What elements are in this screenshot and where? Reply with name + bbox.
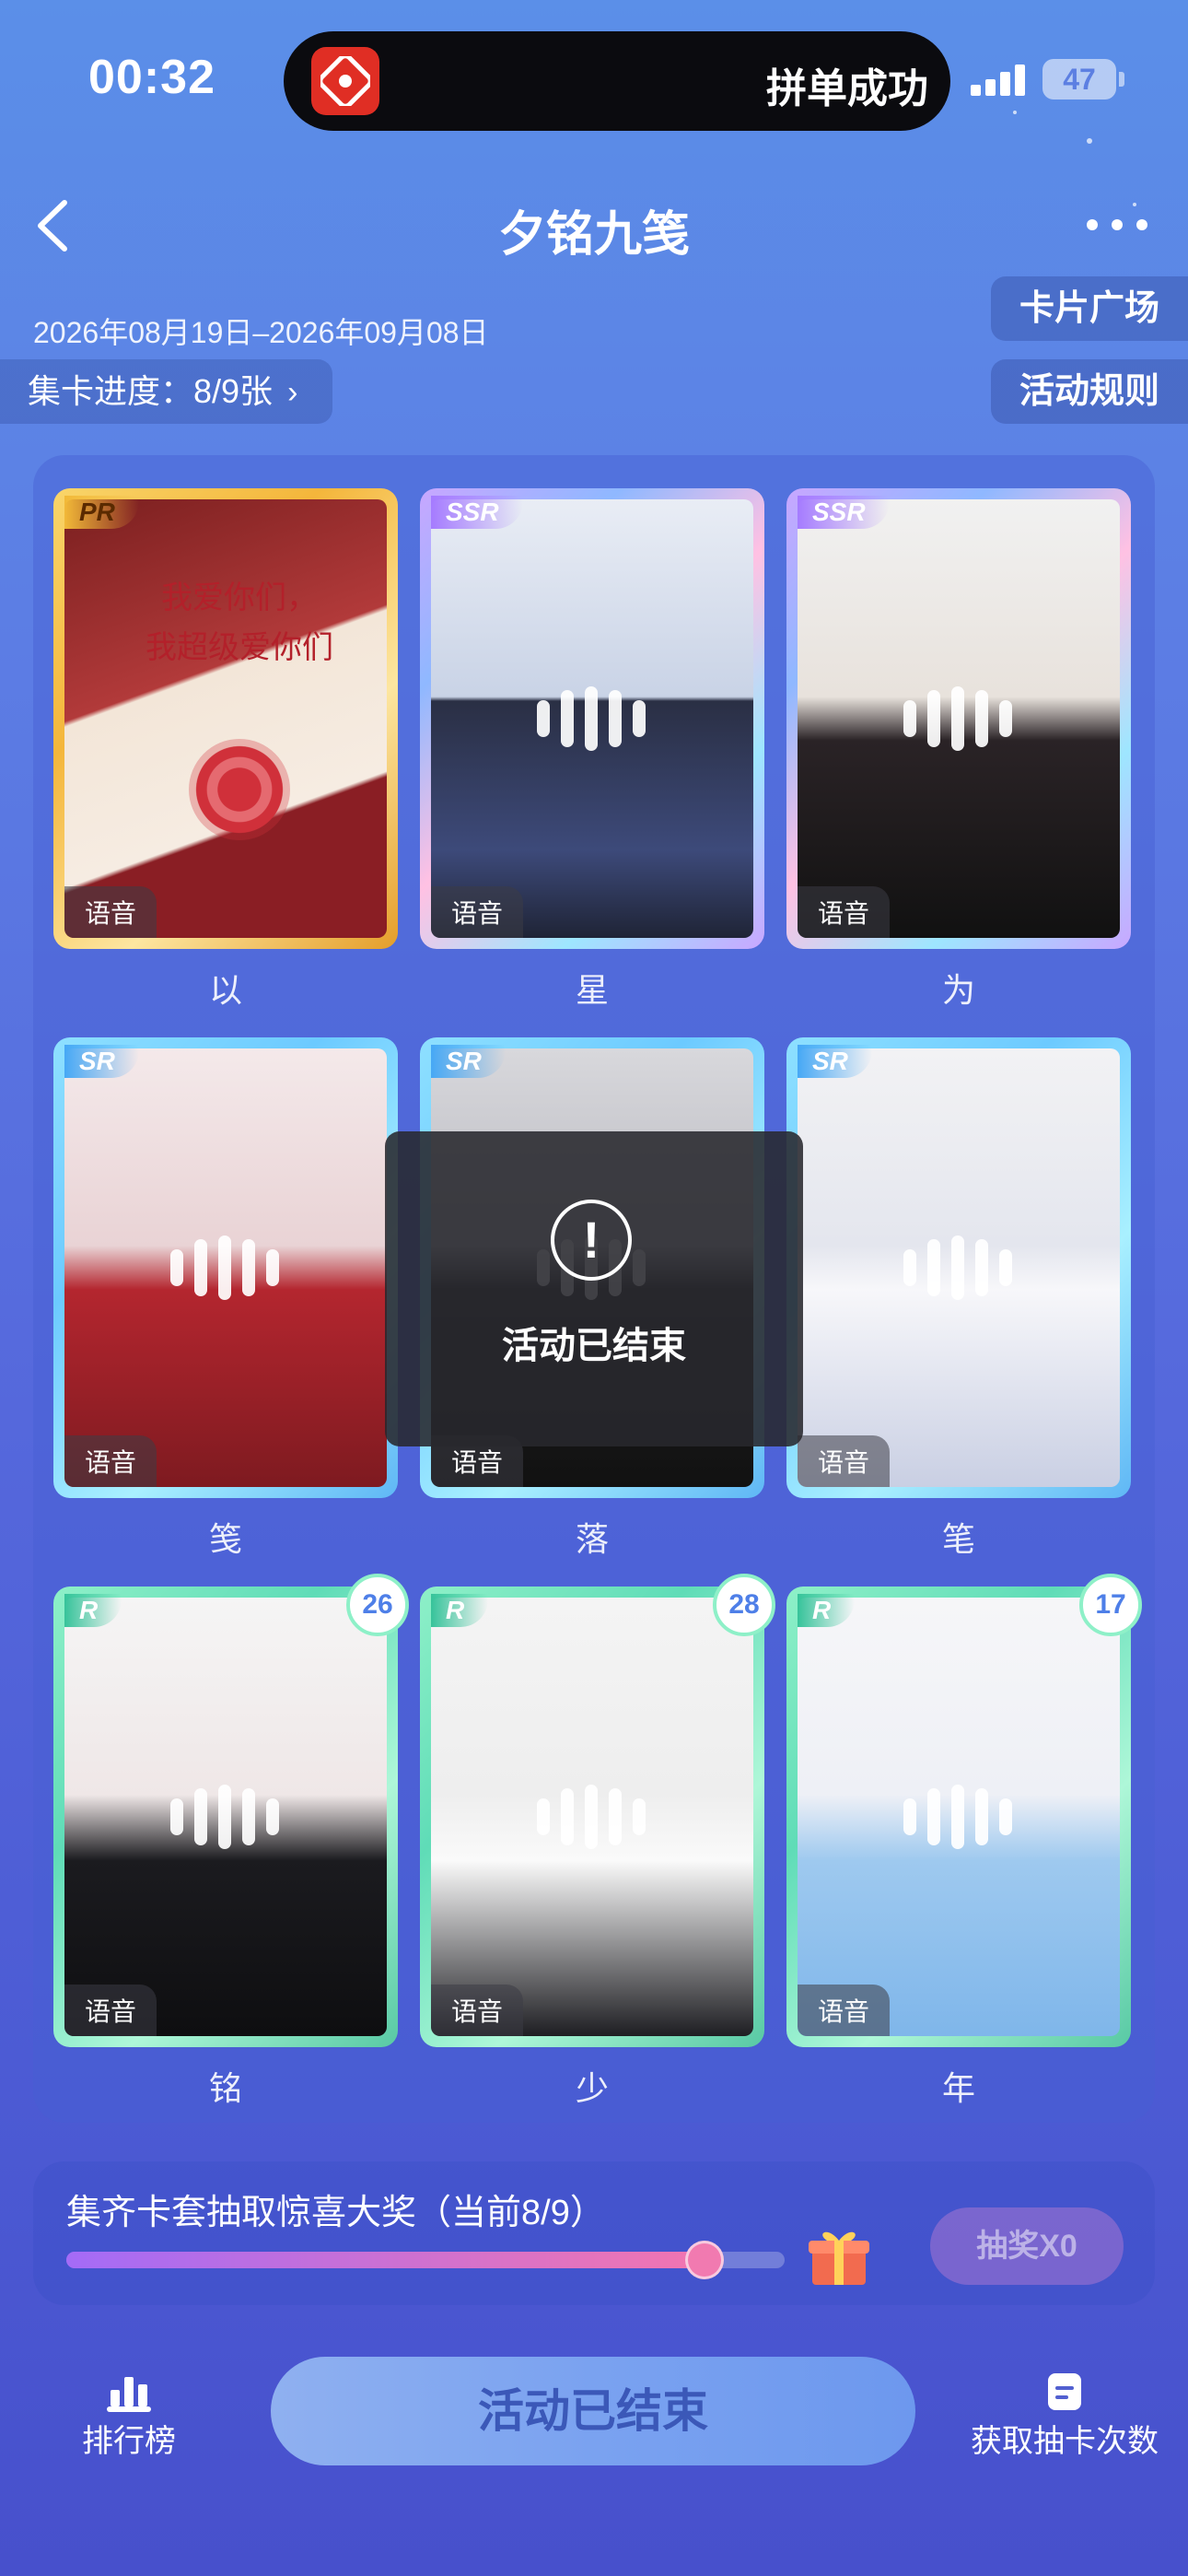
battery-level: 47 bbox=[1063, 63, 1096, 96]
card-caption: 铭 bbox=[208, 2069, 242, 2107]
leaderboard-label: 排行榜 bbox=[82, 2424, 176, 2459]
voice-wave-icon bbox=[537, 1785, 647, 1849]
leaderboard-button[interactable]: 排行榜 bbox=[64, 2371, 193, 2461]
activity-ended-button[interactable]: 活动已结束 bbox=[271, 2357, 915, 2465]
get-draws-button[interactable]: 获取抽卡次数 bbox=[963, 2371, 1166, 2461]
character-card[interactable]: 我爱你们， 我超级爱你们 语音 PR bbox=[53, 488, 398, 949]
voice-wave-icon bbox=[903, 1235, 1014, 1300]
voice-wave-icon bbox=[903, 686, 1014, 751]
voice-label[interactable]: 语音 bbox=[798, 886, 891, 938]
more-options-icon[interactable] bbox=[1081, 201, 1153, 247]
voice-label[interactable]: 语音 bbox=[64, 1985, 157, 2036]
battery-tip bbox=[1119, 72, 1124, 87]
voice-label[interactable]: 语音 bbox=[431, 1985, 524, 2036]
card-caption: 星 bbox=[575, 971, 609, 1009]
card-artwork: 语音 bbox=[798, 1048, 1120, 1487]
card-plaza-button[interactable]: 卡片广场 bbox=[991, 276, 1188, 341]
card-caption: 以 bbox=[208, 971, 242, 1009]
rarity-badge: SSR bbox=[798, 496, 890, 529]
toast-message: 活动已结束 bbox=[502, 1326, 686, 1366]
reward-progress-panel: 集齐卡套抽取惊喜大奖（当前8/9） 抽奖X0 bbox=[33, 2161, 1155, 2305]
dynamic-island[interactable]: 拼单成功 bbox=[284, 31, 950, 131]
card-caption: 年 bbox=[941, 2069, 975, 2107]
character-card[interactable]: 语音 R 17 bbox=[786, 1574, 1142, 2047]
card-count-badge: 17 bbox=[1079, 1574, 1142, 1636]
card-artwork: 语音 bbox=[431, 499, 753, 938]
card-artwork: 语音 bbox=[798, 1598, 1120, 2036]
character-card[interactable]: 语音 SR bbox=[53, 1037, 398, 1498]
card-caption: 笔 bbox=[941, 1520, 975, 1558]
fingerprint-heart-icon bbox=[189, 739, 290, 840]
activity-date-range: 2026年08月19日–2026年09月08日 bbox=[33, 316, 489, 349]
reward-progress-fill bbox=[66, 2252, 705, 2268]
collection-progress-label: 集卡进度：8/9张 bbox=[28, 372, 274, 410]
character-card[interactable]: 语音 SSR bbox=[786, 488, 1131, 949]
status-time: 00:32 bbox=[88, 51, 215, 104]
voice-wave-icon bbox=[170, 1235, 281, 1300]
card-caption: 笺 bbox=[208, 1520, 242, 1558]
voice-label[interactable]: 语音 bbox=[64, 886, 157, 938]
notification-text: 拼单成功 bbox=[766, 66, 928, 111]
character-card[interactable]: 语音 R 26 bbox=[53, 1574, 409, 2047]
voice-label[interactable]: 语音 bbox=[798, 1435, 891, 1487]
activity-ended-toast: ! 活动已结束 bbox=[385, 1131, 803, 1446]
card-caption: 为 bbox=[941, 971, 975, 1009]
battery-icon: 47 bbox=[1042, 59, 1116, 100]
ticket-icon bbox=[1048, 2373, 1081, 2410]
voice-wave-icon bbox=[170, 1785, 281, 1849]
card-count-badge: 28 bbox=[713, 1574, 775, 1636]
collection-progress[interactable]: 集卡进度：8/9张 › bbox=[0, 359, 333, 424]
card-caption: 落 bbox=[575, 1520, 609, 1558]
card-artwork: 语音 bbox=[64, 1598, 387, 2036]
card-artwork: 我爱你们， 我超级爱你们语音 bbox=[64, 499, 387, 938]
voice-label[interactable]: 语音 bbox=[431, 886, 524, 938]
exclamation-icon: ! bbox=[551, 1200, 632, 1281]
reward-progress-label: 集齐卡套抽取惊喜大奖（当前8/9） bbox=[66, 2194, 605, 2232]
gift-icon[interactable] bbox=[805, 2222, 873, 2290]
reward-progress-track bbox=[66, 2241, 785, 2279]
chevron-right-icon: › bbox=[287, 375, 298, 410]
character-card[interactable]: 语音 SSR bbox=[420, 488, 764, 949]
get-draws-label: 获取抽卡次数 bbox=[971, 2424, 1159, 2459]
voice-wave-icon bbox=[537, 686, 647, 751]
activity-rules-button[interactable]: 活动规则 bbox=[991, 359, 1188, 424]
card-artwork: 语音 bbox=[798, 499, 1120, 938]
character-card[interactable]: 语音 R 28 bbox=[420, 1574, 775, 2047]
voice-label[interactable]: 语音 bbox=[798, 1985, 891, 2036]
card-count-badge: 26 bbox=[346, 1574, 409, 1636]
signal-icon bbox=[971, 64, 1028, 96]
reward-progress-knob bbox=[685, 2241, 725, 2279]
leaderboard-icon bbox=[107, 2377, 151, 2412]
card-artwork: 语音 bbox=[64, 1048, 387, 1487]
page-title: 夕铭九笺 bbox=[497, 208, 690, 262]
sparkle-decoration bbox=[1087, 138, 1092, 144]
card-caption: 少 bbox=[575, 2069, 609, 2107]
card-artwork: 语音 bbox=[431, 1598, 753, 2036]
rarity-badge: SSR bbox=[431, 496, 523, 529]
draw-button[interactable]: 抽奖X0 bbox=[930, 2207, 1124, 2285]
pr-card-handwriting: 我爱你们， 我超级爱你们 bbox=[146, 580, 333, 666]
voice-wave-icon bbox=[903, 1785, 1014, 1849]
character-card[interactable]: 语音 SR bbox=[786, 1037, 1131, 1498]
pinduoduo-app-icon bbox=[311, 47, 379, 115]
sparkle-decoration bbox=[1013, 111, 1017, 114]
voice-label[interactable]: 语音 bbox=[64, 1435, 157, 1487]
